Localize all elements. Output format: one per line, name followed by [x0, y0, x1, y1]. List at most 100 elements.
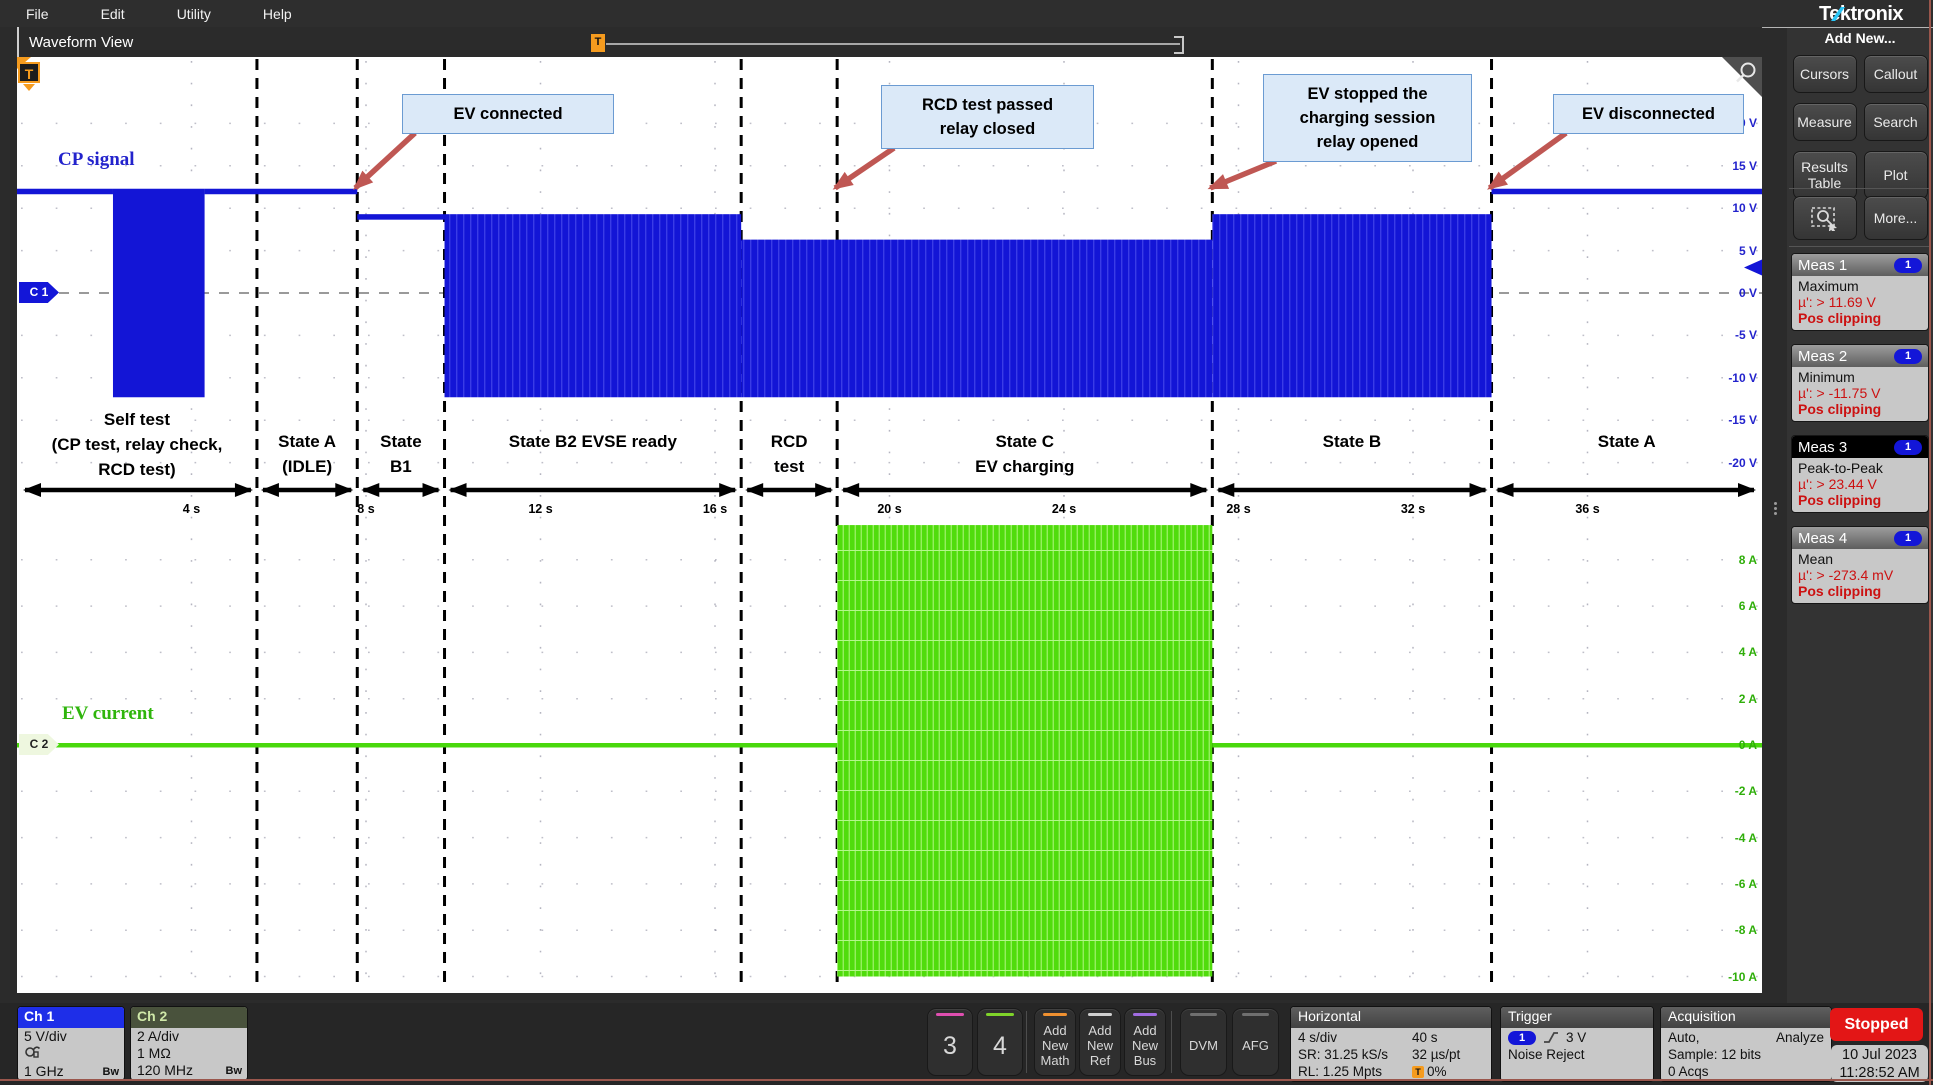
horizontal-scale: 4 s/div: [1298, 1029, 1412, 1046]
time-tick-label: 16 s: [703, 502, 727, 516]
menubar-divider: [1762, 27, 1933, 28]
time-tick-label: 8 s: [357, 502, 374, 516]
tektronix-logo: Tektronix: [1795, 3, 1927, 27]
button-3[interactable]: 3: [927, 1008, 973, 1076]
horizontal-panel[interactable]: Horizontal 4 s/div40 s SR: 31.25 kS/s32 …: [1290, 1006, 1492, 1082]
channel-color-stripe: [1190, 1013, 1218, 1016]
channel-color-stripe: [1242, 1013, 1270, 1016]
trigger-source-marker[interactable]: T: [18, 62, 40, 83]
measurement-title: Meas 1: [1798, 257, 1847, 274]
state-label: State B2 EVSE ready: [509, 429, 677, 454]
time-tick-label: 32 s: [1401, 502, 1425, 516]
time-tick-label: 4 s: [183, 502, 200, 516]
zoom-select-button[interactable]: [1793, 196, 1857, 240]
channel-color-stripe: [1043, 1013, 1068, 1016]
right-sidebar: CursorsCalloutMeasureSearchResults Table…: [1787, 0, 1933, 1003]
acquisition-mode: Auto,: [1668, 1029, 1776, 1046]
waveform-display[interactable]: T CP signal EV current C 1 C 2 20 V15 V1…: [17, 57, 1762, 993]
state-label: State CEV charging: [975, 429, 1074, 479]
state-label: State B: [1323, 429, 1382, 454]
voltage-tick-label: 5 V: [1739, 244, 1757, 258]
measurement-panel[interactable]: Meas 21Minimumµ': > -11.75 VPos clipping: [1791, 344, 1929, 422]
state-label: State A(IDLE): [278, 429, 336, 479]
sidebar-button-cursors[interactable]: Cursors: [1793, 55, 1857, 93]
measurement-panel[interactable]: Meas 31 Peak-to-Peakµ': > 23.44 VPos clip…: [1791, 435, 1929, 513]
annotation-line: EV connected: [403, 102, 613, 126]
annotation-line: EV stopped the: [1264, 82, 1471, 106]
annotation-line: charging session: [1264, 106, 1471, 130]
trigger-position-marker[interactable]: T: [590, 33, 606, 53]
measurement-status: Pos clipping: [1798, 310, 1922, 326]
button-afg[interactable]: AFG: [1232, 1008, 1279, 1076]
button-4[interactable]: 4: [977, 1008, 1023, 1076]
divider: [1171, 1011, 1172, 1073]
sidebar-button-plot[interactable]: Plot: [1864, 151, 1928, 199]
zoom-select-icon: [1810, 205, 1840, 231]
current-tick-label: 4 A: [1739, 645, 1757, 659]
measurement-source-badge: 1: [1894, 531, 1922, 546]
state-label: Self test(CP test, relay check,RCD test): [52, 407, 223, 482]
horizontal-window: 40 s: [1412, 1029, 1484, 1046]
menu-item-file[interactable]: File: [0, 3, 75, 25]
horizontal-sr: SR: 31.25 kS/s: [1298, 1046, 1412, 1063]
sidebar-button-callout[interactable]: Callout: [1864, 55, 1928, 93]
ch2-bandwidth-row: 120 MHzBw: [131, 1062, 247, 1079]
menu-item-help[interactable]: Help: [237, 3, 318, 25]
button-label: AddNewBus: [1132, 1023, 1158, 1068]
voltage-tick-label: -10 V: [1728, 371, 1757, 385]
state-label: RCDtest: [771, 429, 808, 479]
timeline-bar[interactable]: [594, 43, 1180, 45]
ch2-impedance: 1 MΩ: [131, 1045, 247, 1062]
run-state-button[interactable]: Stopped: [1830, 1008, 1923, 1041]
acquisition-panel[interactable]: Acquisition Auto,Analyze Sample: 12 bits…: [1660, 1006, 1832, 1082]
sidebar-button-results-table[interactable]: Results Table: [1793, 151, 1857, 199]
ev-current-label: EV current: [62, 703, 154, 725]
current-tick-label: 6 A: [1739, 599, 1757, 613]
button-label: AddNewMath: [1041, 1023, 1070, 1068]
ch1-scale: 5 V/div: [18, 1028, 124, 1045]
sidebar-button-measure[interactable]: Measure: [1793, 103, 1857, 141]
channel-2-badge[interactable]: Ch 2 2 A/div 1 MΩ 120 MHzBw: [130, 1006, 248, 1081]
button-add-new-bus[interactable]: AddNewBus: [1124, 1008, 1166, 1076]
probe-icon: [24, 1045, 42, 1059]
waveform-canvas[interactable]: [17, 57, 1762, 993]
more-button[interactable]: More...: [1864, 196, 1928, 240]
measurement-source-badge: 1: [1894, 258, 1922, 273]
measurement-panel[interactable]: Meas 41Meanµ': > -273.4 mVPos clipping: [1791, 526, 1929, 604]
tab-waveform-view[interactable]: Waveform View: [17, 27, 1762, 57]
menu-item-edit[interactable]: Edit: [75, 3, 151, 25]
cp-signal-label: CP signal: [58, 149, 135, 171]
voltage-tick-label: 10 V: [1732, 201, 1757, 215]
measurement-header: Meas 31: [1792, 436, 1928, 458]
time-tick-label: 24 s: [1052, 502, 1076, 516]
acquisition-acqs: 0 Acqs: [1668, 1063, 1824, 1080]
scroll-handle[interactable]: [1771, 502, 1779, 524]
sidebar-button-search[interactable]: Search: [1864, 103, 1928, 141]
button-dvm[interactable]: DVM: [1180, 1008, 1227, 1076]
trigger-panel[interactable]: Trigger 1 3 V Noise Reject: [1500, 1006, 1654, 1082]
button-add-new-math[interactable]: AddNewMath: [1034, 1008, 1076, 1076]
measurement-type: Maximum: [1798, 278, 1922, 294]
annotation-line: RCD test passed: [882, 93, 1093, 117]
horizontal-pos: 0%: [1427, 1064, 1447, 1079]
measurement-panel[interactable]: Meas 1 1 Maximumµ': > 11.69 VPos clipping: [1791, 253, 1929, 331]
button-add-new-ref[interactable]: AddNewRef: [1079, 1008, 1121, 1076]
trigger-slope-icon: [1543, 1031, 1559, 1044]
measurement-body: Meanµ': > -273.4 mVPos clipping: [1792, 549, 1928, 603]
channel-color-stripe: [1088, 1013, 1113, 1016]
sidebar-button-grid: CursorsCalloutMeasureSearchResults Table…: [1793, 55, 1927, 199]
measurement-value: µ': > 11.69 V: [1798, 294, 1922, 310]
measurement-type: Peak-to-Peak: [1798, 460, 1922, 476]
measurement-status: Pos clipping: [1798, 492, 1922, 508]
channel-1-badge[interactable]: Ch 1 5 V/div 1 GHzBw: [17, 1006, 125, 1081]
menu-item-utility[interactable]: Utility: [151, 3, 237, 25]
measurement-value: µ': > -11.75 V: [1798, 385, 1922, 401]
measurement-source-badge: 1: [1894, 349, 1922, 364]
time-tick-label: 20 s: [877, 502, 901, 516]
state-label: StateB1: [380, 429, 422, 479]
current-tick-label: -8 A: [1735, 923, 1757, 937]
measurement-value: µ': > 23.44 V: [1798, 476, 1922, 492]
timeline-right-bracket[interactable]: [1174, 36, 1184, 54]
measurement-title: Meas 2: [1798, 348, 1847, 365]
measurement-header: Meas 41: [1792, 527, 1928, 549]
